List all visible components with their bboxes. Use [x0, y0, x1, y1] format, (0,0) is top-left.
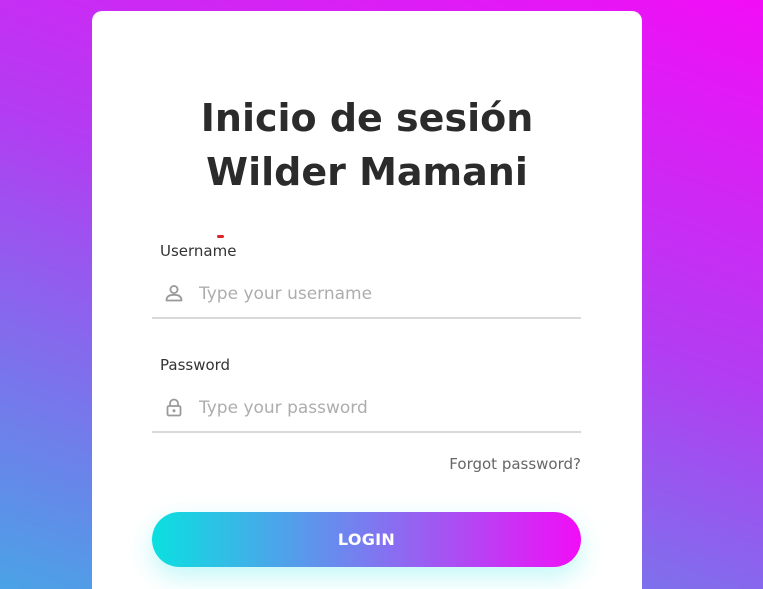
lock-icon: [164, 397, 184, 417]
forgot-password-link[interactable]: Forgot password?: [449, 455, 581, 473]
decorative-dot: [217, 235, 224, 238]
login-button[interactable]: LOGIN: [152, 512, 581, 567]
username-input[interactable]: [199, 279, 569, 309]
password-field[interactable]: [152, 385, 581, 433]
password-label: Password: [160, 356, 231, 374]
title-line-2: Wilder Mamani: [206, 150, 528, 194]
title-line-1: Inicio de sesión: [200, 96, 534, 140]
username-label: Username: [160, 242, 237, 260]
password-input[interactable]: [199, 393, 569, 423]
page-title: Inicio de sesión Wilder Mamani: [92, 91, 642, 199]
user-icon: [164, 283, 184, 303]
login-card: Inicio de sesión Wilder Mamani Username …: [92, 11, 642, 589]
username-field[interactable]: [152, 271, 581, 319]
